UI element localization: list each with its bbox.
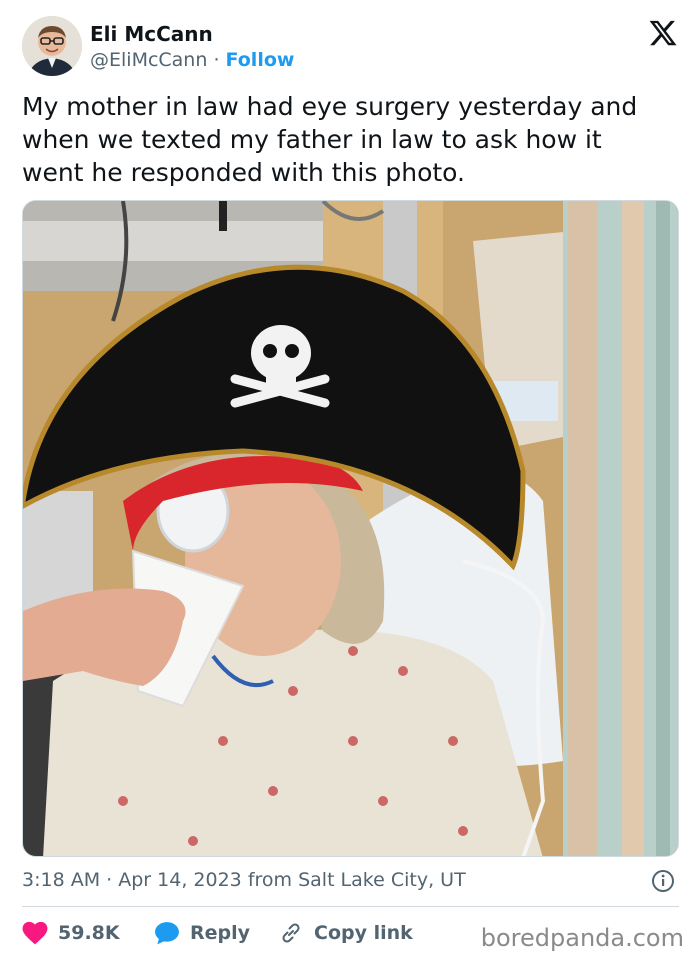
reply-button[interactable]: Reply: [154, 916, 250, 950]
info-icon[interactable]: [651, 869, 675, 893]
x-logo-icon[interactable]: [648, 18, 678, 48]
reply-label: Reply: [190, 922, 251, 944]
follow-button[interactable]: Follow: [226, 49, 295, 71]
tweet-text: My mother in law had eye surgery yesterd…: [22, 90, 682, 189]
author-handle-row: @EliMcCann · Follow: [90, 49, 294, 71]
avatar-image: [22, 16, 82, 76]
reply-bubble-icon: [155, 922, 179, 945]
divider: [22, 906, 679, 907]
tweet-meta: 3:18 AM · Apr 14, 2023 from Salt Lake Ci…: [22, 869, 466, 891]
hospital-pirate-hat-photo: [23, 201, 678, 856]
tweet-photo[interactable]: [22, 200, 679, 857]
tweet-header: Eli McCann @EliMcCann · Follow: [22, 16, 682, 78]
tweet-text-line: went he responded with this photo.: [22, 158, 465, 187]
like-count: 59.8K: [58, 922, 120, 944]
like-button[interactable]: 59.8K: [22, 916, 120, 950]
copy-link-label: Copy link: [314, 922, 413, 944]
tweet-location: from Salt Lake City, UT: [247, 869, 466, 891]
link-icon: [282, 923, 300, 943]
author-handle[interactable]: @EliMcCann: [90, 49, 207, 71]
copy-link-button[interactable]: Copy link: [278, 916, 413, 950]
heart-icon: [22, 921, 48, 945]
avatar[interactable]: [22, 16, 82, 76]
tweet-text-line: My mother in law had eye surgery yesterd…: [22, 92, 638, 121]
tweet-text-line: when we texted my father in law to ask h…: [22, 125, 602, 154]
author-name[interactable]: Eli McCann: [90, 22, 213, 46]
tweet-time[interactable]: 3:18 AM: [22, 869, 100, 891]
handle-separator: ·: [213, 49, 220, 71]
tweet-date[interactable]: Apr 14, 2023: [118, 869, 242, 891]
meta-separator: ·: [106, 869, 113, 891]
watermark: boredpanda.com: [480, 924, 684, 952]
